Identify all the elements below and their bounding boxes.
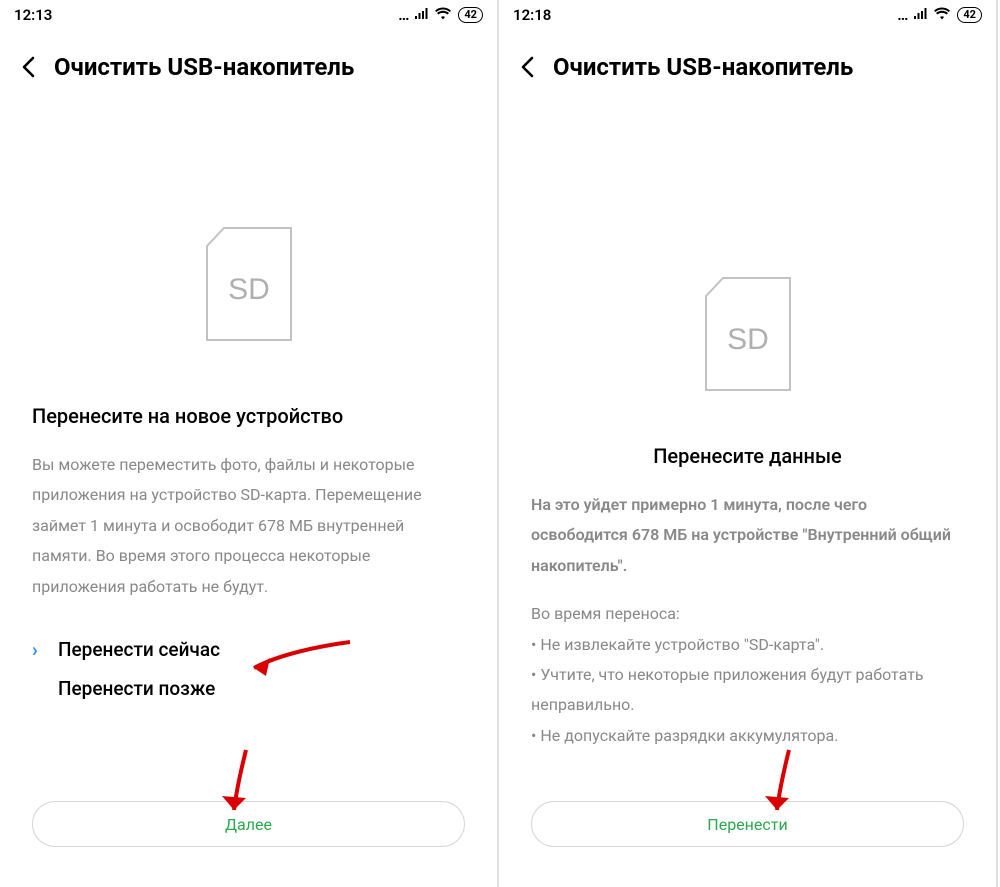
transfer-button[interactable]: Перенести <box>531 801 964 847</box>
signal-icon <box>414 6 430 24</box>
next-button[interactable]: Далее <box>32 801 465 847</box>
option-transfer-now[interactable]: › Перенести сейчас <box>32 638 465 661</box>
wifi-icon <box>434 6 452 24</box>
more-icon: … <box>897 6 909 24</box>
bullets-label: Во время переноса: <box>531 599 964 629</box>
sd-card-icon: SD <box>0 224 497 344</box>
more-icon: … <box>398 6 410 24</box>
status-time: 12:13 <box>14 6 52 24</box>
chevron-right-icon: › <box>32 638 48 661</box>
page-title: Очистить USB-накопитель <box>553 53 853 81</box>
back-button[interactable] <box>511 50 545 84</box>
sd-card-icon: SD <box>499 274 996 394</box>
bullet-item: • Не извлекайте устройство "SD-карта". <box>531 630 964 660</box>
status-bar: 12:13 … 42 <box>0 0 497 28</box>
section-subtitle: Перенесите на новое устройство <box>0 404 497 428</box>
screen-left: 12:13 … 42 Очистить USB-накопитель SD Пе… <box>0 0 499 887</box>
section-subtitle: Перенесите данные <box>499 444 996 468</box>
description-text-1: На это уйдет примерно 1 минута, после че… <box>499 490 996 581</box>
option-transfer-later[interactable]: › Перенести позже <box>32 677 465 700</box>
bullet-item: • Не допускайте разрядки аккумулятора. <box>531 721 964 751</box>
option-label: Перенести сейчас <box>58 638 220 661</box>
header: Очистить USB-накопитель <box>0 28 497 94</box>
status-icons: … 42 <box>897 6 982 24</box>
status-time: 12:18 <box>513 6 551 24</box>
screen-right: 12:18 … 42 Очистить USB-накопитель SD Пе… <box>499 0 998 887</box>
battery-level: 42 <box>458 7 483 23</box>
svg-text:SD: SD <box>228 273 270 306</box>
battery-level: 42 <box>957 7 982 23</box>
description-text: Вы можете переместить фото, файлы и неко… <box>0 450 497 602</box>
status-icons: … 42 <box>398 6 483 24</box>
button-label: Далее <box>225 815 272 834</box>
bullet-item: • Учтите, что некоторые приложения будут… <box>531 660 964 721</box>
option-label: Перенести позже <box>58 677 215 700</box>
description-text-2: Во время переноса: • Не извлекайте устро… <box>499 599 996 751</box>
wifi-icon <box>933 6 951 24</box>
page-title: Очистить USB-накопитель <box>54 53 354 81</box>
status-bar: 12:18 … 42 <box>499 0 996 28</box>
signal-icon <box>913 6 929 24</box>
button-label: Перенести <box>707 815 787 834</box>
svg-text:SD: SD <box>727 323 769 356</box>
transfer-options: › Перенести сейчас › Перенести позже <box>0 638 497 700</box>
header: Очистить USB-накопитель <box>499 28 996 94</box>
back-button[interactable] <box>12 50 46 84</box>
